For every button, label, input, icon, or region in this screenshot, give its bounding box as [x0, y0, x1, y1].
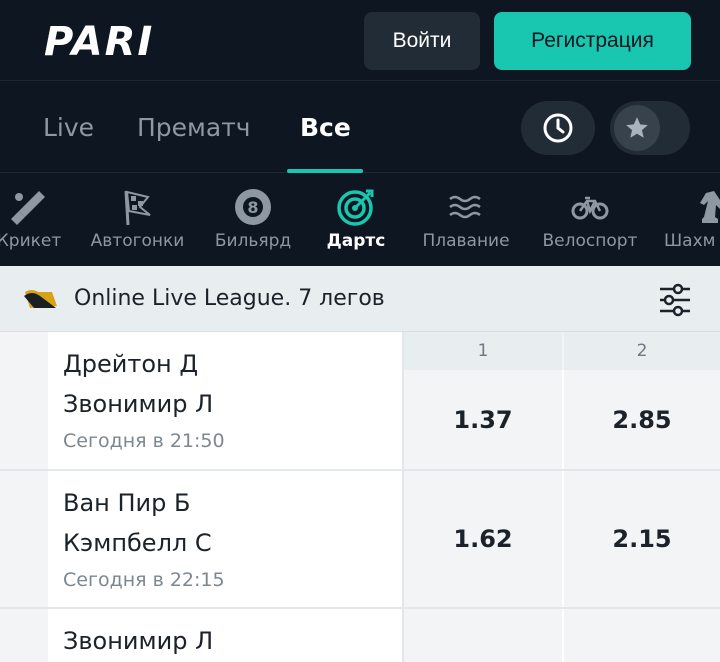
- sports-carousel[interactable]: Крикет Автогонки 8 Бильярд Дартс Плавани…: [0, 173, 720, 266]
- match-time: Сегодня в 22:15: [63, 569, 225, 591]
- league-flag-icon: [24, 290, 57, 308]
- odd-button-2[interactable]: 2.15: [564, 471, 720, 607]
- team-away: Звонимир Л: [63, 390, 214, 418]
- sport-billiard[interactable]: 8 Бильярд: [211, 173, 295, 266]
- sport-swimming[interactable]: Плавание: [416, 173, 516, 266]
- mode-tabs: Live Прематч Все: [0, 80, 720, 173]
- sport-darts[interactable]: Дартс: [325, 173, 387, 266]
- sport-label: Шахм: [664, 231, 716, 251]
- sport-label: Автогонки: [90, 231, 185, 251]
- tab-all[interactable]: Все: [300, 113, 351, 142]
- column-divider: [562, 370, 564, 662]
- tab-prematch[interactable]: Прематч: [137, 113, 251, 142]
- row-gutter: [0, 332, 48, 662]
- cricket-icon: [11, 191, 45, 225]
- sport-cycling[interactable]: Велоспорт: [536, 173, 644, 266]
- team-home: Дрейтон Д: [63, 350, 199, 378]
- column-divider: [402, 332, 404, 662]
- odd-button-2[interactable]: 2.85: [564, 371, 720, 469]
- sport-label: Бильярд: [214, 231, 292, 251]
- tab-live[interactable]: Live: [43, 113, 94, 142]
- odd-button-1[interactable]: 1.37: [404, 371, 562, 469]
- svg-text:PARI: PARI: [44, 22, 154, 60]
- row-divider: [0, 469, 720, 471]
- star-icon: [626, 117, 648, 138]
- filter-settings-icon[interactable]: [656, 281, 694, 319]
- history-button[interactable]: [521, 101, 595, 155]
- match-time: Сегодня в 21:50: [63, 430, 225, 452]
- team-away: Кэмпбелл С: [63, 529, 212, 557]
- billiard-ball-icon: 8: [235, 189, 271, 225]
- header-bar: PARI Войти Регистрация: [0, 0, 720, 80]
- sport-label: Крикет: [0, 231, 62, 251]
- team-home: Ван Пир Б: [63, 489, 191, 517]
- league-header[interactable]: Online Live League. 7 легов: [0, 266, 720, 332]
- racing-flag-icon: [124, 190, 151, 226]
- team-home: Звонимир Л: [63, 627, 214, 655]
- dartboard-icon: [337, 189, 374, 226]
- match-row[interactable]: Звонимир Л: [48, 609, 402, 662]
- match-row[interactable]: Дрейтон Д Звонимир Л Сегодня в 21:50: [48, 332, 402, 469]
- bicycle-icon: [571, 196, 609, 220]
- odd-button-2[interactable]: [564, 609, 720, 662]
- chess-knight-icon: [700, 191, 720, 223]
- row-divider: [0, 607, 720, 609]
- sport-label: Дартс: [326, 231, 386, 251]
- sport-cricket[interactable]: Крикет: [0, 173, 64, 266]
- register-button[interactable]: Регистрация: [494, 12, 691, 70]
- clock-icon: [543, 113, 573, 143]
- svg-text:8: 8: [247, 198, 258, 217]
- sport-racing[interactable]: Автогонки: [86, 173, 189, 266]
- sport-label: Плавание: [422, 231, 510, 251]
- odd-button-1[interactable]: 1.62: [404, 471, 562, 607]
- pari-logo[interactable]: PARI: [44, 22, 194, 60]
- swimming-waves-icon: [449, 195, 481, 219]
- favorites-toggle[interactable]: [610, 101, 690, 155]
- market-col-1-header: 1: [404, 332, 562, 370]
- favorites-knob: [614, 105, 660, 151]
- league-title: Online Live League. 7 легов: [74, 286, 385, 311]
- odd-button-1[interactable]: [404, 609, 562, 662]
- login-button[interactable]: Войти: [364, 12, 480, 70]
- match-row[interactable]: Ван Пир Б Кэмпбелл С Сегодня в 22:15: [48, 471, 402, 607]
- market-col-2-header: 2: [564, 332, 720, 370]
- sport-label: Велоспорт: [542, 231, 638, 251]
- sport-chess[interactable]: Шахм: [664, 173, 720, 266]
